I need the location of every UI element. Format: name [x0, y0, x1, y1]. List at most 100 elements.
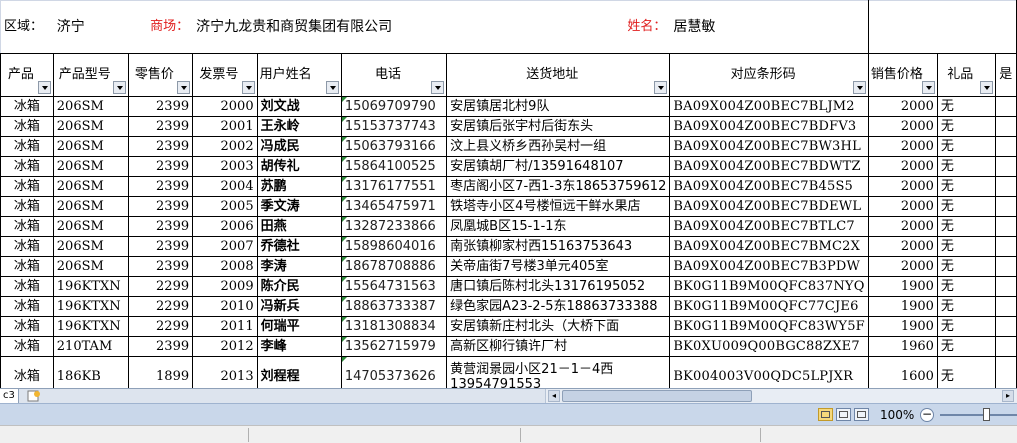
cell-barcode[interactable]: BK0G11B9M00QFC83WY5F — [669, 316, 869, 337]
cell-phone[interactable]: 15063793166 — [340, 136, 448, 157]
cell-retail-price[interactable]: 2299 — [127, 316, 194, 337]
cell-gift[interactable]: 无 — [936, 356, 996, 388]
cell-user-name[interactable]: 何瑞平 — [256, 316, 342, 337]
cell-invoice[interactable]: 2005 — [192, 196, 258, 217]
cell-barcode[interactable]: BK0G11B9M00QFC837NYQ — [669, 276, 869, 297]
cell-user-name[interactable]: 季文涛 — [256, 196, 342, 217]
cell-gift[interactable]: 无 — [936, 276, 996, 297]
cell-sale-price[interactable]: 2000 — [867, 116, 938, 137]
cell-barcode[interactable]: BA09X004Z00BEC7BDEWL — [669, 196, 869, 217]
cell-address[interactable]: 铁塔寺小区4号楼恒远干鲜水果店 — [446, 196, 671, 217]
cell-barcode[interactable]: BA09X004Z00BEC7BMC2X — [669, 236, 869, 257]
cell-user-name[interactable]: 刘程程 — [256, 356, 342, 388]
cell-address[interactable]: 关帝庙街7号楼3单元405室 — [446, 256, 671, 277]
cell-user-name[interactable]: 胡传礼 — [256, 156, 342, 177]
cell-retail-price[interactable]: 2399 — [127, 116, 194, 137]
cell-barcode[interactable]: BA09X004Z00BEC7B3PDW — [669, 256, 869, 277]
header-address[interactable]: 送货地址 — [446, 53, 671, 97]
cell-product[interactable]: 冰箱 — [0, 216, 54, 237]
header-user-name[interactable]: 用户姓名 — [256, 53, 342, 97]
cell-gift[interactable]: 无 — [936, 176, 996, 197]
header-retail-price[interactable]: 零售价 — [127, 53, 194, 97]
cell-sale-price[interactable]: 2000 — [867, 196, 938, 217]
filter-dropdown-icon[interactable] — [852, 81, 866, 94]
normal-view-icon[interactable] — [818, 408, 833, 421]
cell-product[interactable]: 冰箱 — [0, 96, 54, 117]
scroll-left-icon[interactable]: ◂ — [548, 390, 560, 402]
filter-dropdown-icon[interactable] — [979, 81, 993, 94]
cell-extra[interactable] — [994, 236, 1017, 257]
cell-barcode[interactable]: BK0G11B9M00QFC77CJE6 — [669, 296, 869, 317]
cell-phone[interactable]: 13562715979 — [340, 336, 448, 357]
filter-dropdown-icon[interactable] — [431, 81, 445, 94]
cell-address[interactable]: 凤凰城B区15-1-1东 — [446, 216, 671, 237]
cell-retail-price[interactable]: 2399 — [127, 336, 194, 357]
cell-sale-price[interactable]: 2000 — [867, 236, 938, 257]
filter-dropdown-icon[interactable] — [112, 81, 126, 94]
cell-extra[interactable] — [994, 116, 1017, 137]
cell-product[interactable]: 冰箱 — [0, 196, 54, 217]
cell-extra[interactable] — [994, 256, 1017, 277]
cell-sale-price[interactable]: 1900 — [867, 296, 938, 317]
cell-extra[interactable] — [994, 316, 1017, 337]
zoom-slider[interactable] — [940, 414, 1017, 416]
cell-gift[interactable]: 无 — [936, 156, 996, 177]
zoom-level[interactable]: 100% — [880, 407, 914, 423]
cell-model[interactable]: 196KTXN — [52, 276, 129, 297]
cell-user-name[interactable]: 李涛 — [256, 256, 342, 277]
cell-user-name[interactable]: 苏鹏 — [256, 176, 342, 197]
cell-product[interactable]: 冰箱 — [0, 356, 54, 388]
cell-address[interactable]: 安居镇胡厂村/13591648107 — [446, 156, 671, 177]
cell-model[interactable]: 206SM — [52, 136, 129, 157]
cell-extra[interactable] — [994, 96, 1017, 117]
zoom-slider-thumb[interactable] — [983, 408, 990, 421]
cell-product[interactable]: 冰箱 — [0, 236, 54, 257]
cell-gift[interactable]: 无 — [936, 296, 996, 317]
cell-invoice[interactable]: 2003 — [192, 156, 258, 177]
info-blank[interactable] — [867, 0, 1017, 54]
cell-model[interactable]: 186KB — [52, 356, 129, 388]
cell-retail-price[interactable]: 2399 — [127, 256, 194, 277]
cell-barcode[interactable]: BA09X004Z00BEC7BDFV3 — [669, 116, 869, 137]
cell-gift[interactable]: 无 — [936, 336, 996, 357]
cell-invoice[interactable]: 2008 — [192, 256, 258, 277]
cell-extra[interactable] — [994, 216, 1017, 237]
cell-model[interactable]: 206SM — [52, 256, 129, 277]
cell-address[interactable]: 安居镇新庄村北头（大桥下面 — [446, 316, 671, 337]
cell-extra[interactable] — [994, 276, 1017, 297]
cell-retail-price[interactable]: 2399 — [127, 136, 194, 157]
cell-invoice[interactable]: 2009 — [192, 276, 258, 297]
cell-extra[interactable] — [994, 176, 1017, 197]
cell-product[interactable]: 冰箱 — [0, 336, 54, 357]
cell-address[interactable]: 黄营润景园小区21－1－4西 13954791553 — [446, 356, 671, 388]
page-break-view-icon[interactable] — [854, 408, 869, 421]
cell-sale-price[interactable]: 1900 — [867, 316, 938, 337]
cell-barcode[interactable]: BA09X004Z00BEC7BTLC7 — [669, 216, 869, 237]
header-barcode[interactable]: 对应条形码 — [669, 53, 869, 97]
cell-gift[interactable]: 无 — [936, 316, 996, 337]
cell-sale-price[interactable]: 2000 — [867, 96, 938, 117]
cell-model[interactable]: 206SM — [52, 236, 129, 257]
cell-address[interactable]: 高新区柳行镇许厂村 — [446, 336, 671, 357]
header-sale-price[interactable]: 销售价格 — [867, 53, 938, 97]
cell-phone[interactable]: 15153737743 — [340, 116, 448, 137]
cell-gift[interactable]: 无 — [936, 236, 996, 257]
region-value[interactable]: 济宁 — [52, 0, 129, 54]
cell-product[interactable]: 冰箱 — [0, 116, 54, 137]
cell-invoice[interactable]: 2013 — [192, 356, 258, 388]
cell-invoice[interactable]: 2010 — [192, 296, 258, 317]
cell-barcode[interactable]: BA09X004Z00BEC7BLJM2 — [669, 96, 869, 117]
cell-user-name[interactable]: 冯成民 — [256, 136, 342, 157]
mall-value[interactable]: 济宁九龙贵和商贸集团有限公司 — [192, 0, 447, 54]
cell-retail-price[interactable]: 2299 — [127, 296, 194, 317]
header-model[interactable]: 产品型号 — [52, 53, 129, 97]
sheet-tab[interactable]: c3 — [0, 389, 19, 403]
filter-dropdown-icon[interactable] — [37, 81, 51, 94]
cell-product[interactable]: 冰箱 — [0, 276, 54, 297]
cell-user-name[interactable]: 陈介民 — [256, 276, 342, 297]
cell-address[interactable]: 安居镇居北村9队 — [446, 96, 671, 117]
cell-address[interactable]: 安居镇后张宇村后街东头 — [446, 116, 671, 137]
header-invoice[interactable]: 发票号 — [192, 53, 258, 97]
cell-phone[interactable]: 14705373626 — [340, 356, 448, 388]
cell-gift[interactable]: 无 — [936, 96, 996, 117]
